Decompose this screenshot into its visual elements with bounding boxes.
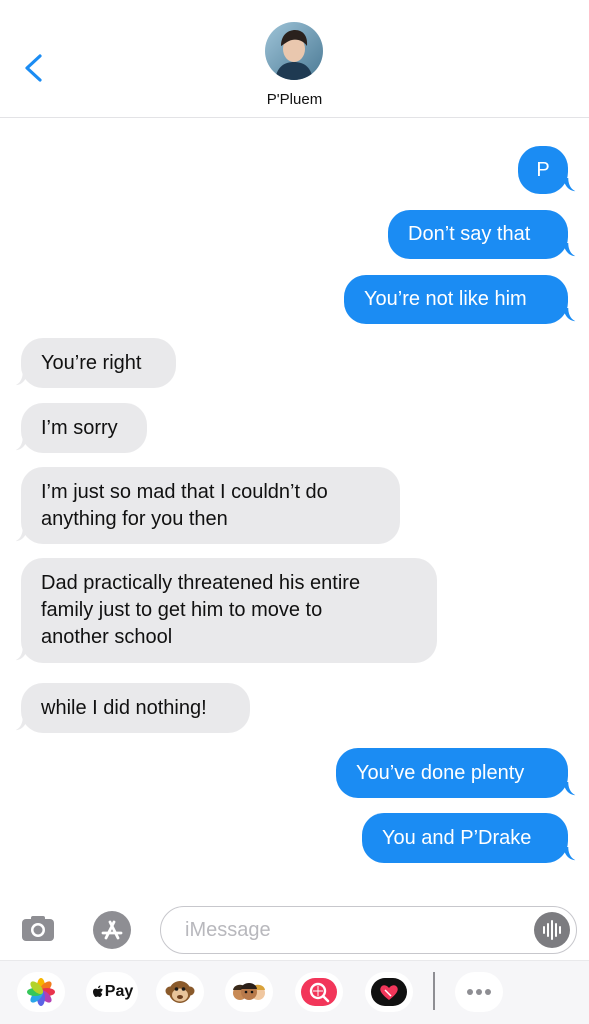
incoming-message[interactable]: I’m sorry (21, 403, 147, 453)
apple-pay-button[interactable]: Pay (86, 972, 138, 1012)
message-text: You’re right (41, 351, 142, 374)
memoji-button[interactable] (225, 972, 273, 1012)
bubble-tail (563, 847, 576, 861)
contact-name[interactable]: P'Pluem (0, 91, 589, 108)
drawer-divider (433, 972, 435, 1010)
message-input-placeholder: iMessage (185, 919, 271, 941)
waveform-icon (543, 920, 561, 940)
outgoing-message[interactable]: You and P’Drake (362, 813, 568, 863)
app-store-button[interactable] (92, 910, 132, 950)
chevron-left-icon (25, 54, 42, 82)
more-icon (467, 989, 491, 995)
incoming-message[interactable]: Dad practically threatened his entire fa… (21, 558, 437, 663)
bubble-tail (15, 717, 28, 731)
monkey-animoji-icon (165, 981, 195, 1003)
animoji-button[interactable] (156, 972, 204, 1012)
bubble-tail (563, 178, 576, 192)
bubble-tail (563, 308, 576, 322)
camera-icon (22, 916, 54, 941)
digital-touch-button[interactable] (365, 972, 413, 1012)
digital-touch-icon (371, 978, 407, 1006)
message-text: You’ve done plenty (356, 761, 525, 784)
message-thread: P Don’t say that You’re not like him You… (0, 118, 589, 898)
message-text: I’m just so mad that I couldn’t do anyth… (41, 480, 328, 530)
bubble-tail (15, 647, 28, 661)
incoming-message[interactable]: You’re right (21, 338, 176, 388)
message-text: Dad practically threatened his entire fa… (41, 572, 361, 648)
photos-app-button[interactable] (17, 972, 65, 1012)
apple-pay-label: Pay (104, 983, 134, 1000)
image-search-button[interactable] (295, 972, 343, 1012)
message-text: You’re not like him (364, 288, 527, 310)
message-text: I’m sorry (41, 416, 118, 439)
outgoing-message[interactable]: P (518, 146, 568, 194)
memoji-icon (233, 983, 265, 1000)
bubble-tail (15, 437, 28, 451)
more-apps-button[interactable] (455, 972, 503, 1012)
message-text: Don’t say that (408, 223, 531, 245)
avatar-photo (265, 22, 323, 80)
message-input[interactable]: iMessage (160, 906, 577, 954)
conversation-header: P'Pluem (0, 0, 589, 118)
apple-logo-icon (92, 985, 103, 997)
back-button[interactable] (18, 48, 54, 88)
message-text: while I did nothing! (41, 696, 207, 719)
outgoing-message[interactable]: You’ve done plenty (336, 748, 568, 798)
camera-button[interactable] (18, 914, 58, 944)
incoming-message[interactable]: while I did nothing! (21, 683, 250, 733)
message-text: P (536, 158, 550, 181)
message-text: You and P’Drake (382, 826, 532, 849)
incoming-message[interactable]: I’m just so mad that I couldn’t do anyth… (21, 467, 400, 544)
audio-record-button[interactable] (534, 912, 570, 948)
contact-avatar[interactable] (265, 22, 323, 80)
outgoing-message[interactable]: You’re not like him (344, 275, 568, 324)
outgoing-message[interactable]: Don’t say that (388, 210, 568, 259)
image-search-icon (301, 978, 337, 1006)
bubble-tail (15, 372, 28, 386)
app-store-icon (93, 911, 131, 949)
bubble-tail (563, 782, 576, 796)
bubble-tail (15, 528, 28, 542)
photos-app-icon (27, 978, 55, 1006)
bubble-tail (563, 243, 576, 257)
